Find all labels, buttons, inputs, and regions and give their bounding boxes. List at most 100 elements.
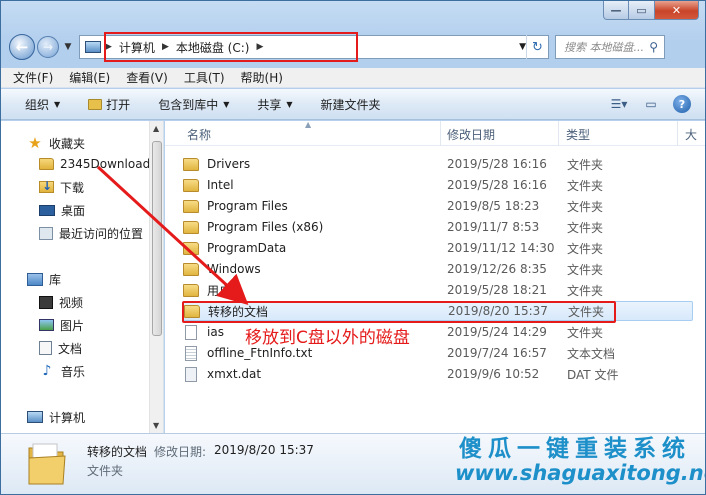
refresh-icon[interactable]: ↻	[526, 35, 548, 59]
nav-scrollbar-thumb[interactable]	[152, 141, 162, 336]
music-note-icon: ♪	[42, 363, 52, 379]
explorer-window: — ▭ ✕ ← → ▼ ▶ 计算机 ▶ 本地磁盘 (C:) ▶ ▼ ↻ 搜索 本…	[0, 0, 706, 495]
new-folder-button[interactable]: 新建文件夹	[321, 96, 381, 113]
documents-icon	[39, 341, 52, 355]
address-dropdown-icon[interactable]: ▼	[519, 42, 526, 52]
nav-libraries[interactable]: 库	[27, 269, 61, 289]
menu-edit[interactable]: 编辑(E)	[69, 69, 110, 86]
scroll-up-icon[interactable]: ▲	[153, 124, 159, 133]
nav-item-videos[interactable]: 视频	[39, 292, 83, 312]
nav-item-downloads[interactable]: 下载	[39, 177, 84, 197]
file-row[interactable]: Intel 2019/5/28 16:16 文件夹	[183, 175, 693, 195]
nav-computer[interactable]: 计算机	[27, 407, 85, 427]
nav-item-label: 桌面	[61, 203, 86, 218]
file-row[interactable]: ProgramData 2019/11/12 14:30 文件夹	[183, 238, 693, 258]
menu-view[interactable]: 查看(V)	[126, 69, 168, 86]
organize-button[interactable]: 组织 ▼	[25, 96, 60, 113]
details-modified-label: 修改日期:	[154, 445, 207, 459]
watermark: 傻瓜一键重装系统 www.shaguaxitong.net	[441, 425, 705, 494]
nav-item-2345downloads[interactable]: 2345Downloads	[39, 154, 156, 174]
forward-button[interactable]: →	[37, 36, 59, 58]
file-modified-date: 2019/9/6 10:52	[447, 367, 540, 381]
file-modified-date: 2019/8/5 18:23	[447, 199, 540, 213]
file-row[interactable]: Program Files (x86) 2019/11/7 8:53 文件夹	[183, 217, 693, 237]
nav-item-documents[interactable]: 文档	[39, 338, 82, 358]
folder-icon	[183, 262, 199, 276]
include-in-library-button[interactable]: 包含到库中 ▼	[158, 96, 229, 113]
include-in-library-label: 包含到库中	[158, 97, 219, 112]
menu-help[interactable]: 帮助(H)	[241, 69, 283, 86]
file-row[interactable]: Drivers 2019/5/28 16:16 文件夹	[183, 154, 693, 174]
breadcrumb-local-disk-c[interactable]: 本地磁盘 (C:)	[173, 39, 253, 56]
menu-tools[interactable]: 工具(T)	[184, 69, 225, 86]
pictures-icon	[39, 319, 54, 331]
file-type: 文件夹	[567, 241, 604, 256]
nav-item-pictures[interactable]: 图片	[39, 315, 84, 335]
caption-buttons: — ▭ ✕	[603, 1, 699, 20]
open-folder-icon	[88, 98, 103, 110]
file-type: 文件夹	[567, 157, 604, 172]
minimize-button[interactable]: —	[603, 1, 629, 20]
nav-scrollbar[interactable]: ▲ ▼	[149, 121, 163, 433]
file-modified-date: 2019/5/28 16:16	[447, 157, 547, 171]
help-icon[interactable]: ?	[673, 95, 691, 113]
column-size[interactable]: 大	[685, 126, 697, 143]
address-bar[interactable]: ▶ 计算机 ▶ 本地磁盘 (C:) ▶ ▼ ↻	[79, 32, 549, 62]
column-type[interactable]: 类型	[566, 126, 590, 143]
file-row[interactable]: xmxt.dat 2019/9/6 10:52 DAT 文件	[183, 364, 693, 384]
nav-item-label: 文档	[58, 341, 83, 356]
share-button[interactable]: 共享 ▼	[257, 96, 292, 113]
file-name: ProgramData	[207, 241, 287, 255]
nav-item-label: 视频	[59, 295, 84, 310]
file-row[interactable]: 转移的文档 2019/8/20 15:37 文件夹	[183, 301, 693, 321]
file-name: Intel	[207, 178, 234, 192]
search-icon[interactable]: ⚲	[649, 40, 658, 54]
open-button[interactable]: 打开	[88, 96, 130, 113]
folder-icon	[183, 220, 199, 234]
navigation-pane: ★ 收藏夹 2345Downloads 下载 桌面 最近访问的位置 库 视频	[1, 121, 164, 433]
view-options-icon[interactable]: ☰▾	[609, 95, 629, 113]
file-name: Drivers	[207, 157, 251, 171]
details-file-type: 文件夹	[87, 464, 124, 478]
file-row[interactable]: Program Files 2019/8/5 18:23 文件夹	[183, 196, 693, 216]
open-label: 打开	[106, 97, 131, 112]
menu-file[interactable]: 文件(F)	[13, 69, 53, 86]
file-row[interactable]: Windows 2019/12/26 8:35 文件夹	[183, 259, 693, 279]
view-controls: ☰▾ ▭ ?	[597, 95, 691, 113]
folder-icon	[183, 241, 199, 255]
chevron-right-icon[interactable]: ▶	[101, 42, 116, 52]
chevron-right-icon[interactable]: ▶	[252, 42, 267, 52]
close-button[interactable]: ✕	[655, 1, 699, 20]
search-input[interactable]: 搜索 本地磁盘... ⚲	[555, 35, 665, 59]
folder-icon	[183, 283, 199, 297]
column-divider[interactable]	[440, 121, 441, 146]
recent-places-icon	[39, 226, 53, 240]
breadcrumb-computer[interactable]: 计算机	[116, 39, 158, 56]
nav-item-desktop[interactable]: 桌面	[39, 200, 85, 220]
file-type: 文件夹	[567, 262, 604, 277]
file-name: ias	[207, 325, 224, 339]
scroll-down-icon[interactable]: ▼	[153, 421, 159, 430]
sort-ascending-icon: ▲	[305, 121, 312, 129]
back-button[interactable]: ←	[9, 34, 35, 60]
dat-file-icon	[185, 366, 197, 382]
chevron-right-icon[interactable]: ▶	[158, 42, 173, 52]
file-row[interactable]: 用户 2019/5/28 18:21 文件夹	[183, 280, 693, 300]
file-name: 用户	[207, 283, 232, 298]
preview-pane-icon[interactable]: ▭	[641, 95, 661, 113]
nav-item-recent-places[interactable]: 最近访问的位置	[39, 223, 143, 243]
folder-icon	[39, 158, 54, 170]
history-dropdown-icon[interactable]: ▼	[61, 42, 75, 52]
details-modified-value: 2019/8/20 15:37	[214, 443, 314, 457]
column-date[interactable]: 修改日期	[447, 126, 495, 143]
file-modified-date: 2019/7/24 16:57	[447, 346, 547, 360]
file-type: DAT 文件	[567, 367, 619, 382]
nav-item-label: 最近访问的位置	[59, 226, 144, 241]
maximize-button[interactable]: ▭	[629, 1, 655, 20]
nav-item-music[interactable]: ♪ 音乐	[39, 361, 85, 381]
column-divider[interactable]	[558, 121, 559, 146]
column-divider[interactable]	[677, 121, 678, 146]
column-name[interactable]: 名称	[187, 126, 211, 143]
nav-favorites[interactable]: ★ 收藏夹	[27, 133, 85, 153]
desktop-icon	[39, 204, 55, 216]
